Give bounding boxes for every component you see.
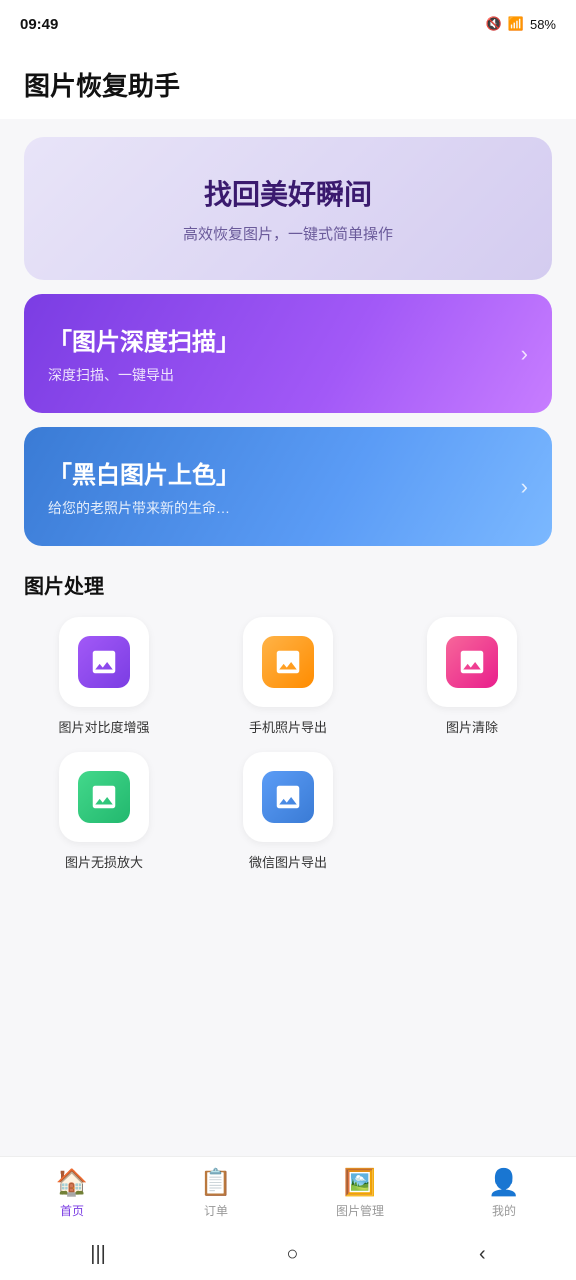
tool-icon-enlarge	[78, 771, 130, 823]
home-icon: 🏠	[56, 1167, 88, 1198]
feature-card-colorize[interactable]: 「黑白图片上色」 给您的老照片带来新的生命… ›	[24, 427, 552, 546]
tool-icon-wrap-wechat-export	[243, 752, 333, 842]
nav-label-order: 订单	[204, 1202, 228, 1219]
feature-card-desc-2: 给您的老照片带来新的生命…	[48, 498, 528, 518]
sys-menu-btn[interactable]: |||	[90, 1243, 106, 1266]
feature-card-desc-1: 深度扫描、一键导出	[48, 365, 528, 385]
tool-enlarge[interactable]: 图片无损放大	[16, 752, 192, 871]
hero-title: 找回美好瞬间	[48, 173, 528, 213]
tool-icon-wrap-export-phone	[243, 617, 333, 707]
status-icons: 🔇 📶 58%	[486, 16, 556, 32]
feature-card-deep-scan[interactable]: 「图片深度扫描」 深度扫描、一键导出 ›	[24, 294, 552, 413]
feature-card-title-2: 「黑白图片上色」	[48, 455, 528, 490]
arrow-icon-1: ›	[521, 341, 528, 367]
arrow-icon-2: ›	[521, 474, 528, 500]
battery-text: 58%	[530, 17, 556, 32]
hero-subtitle: 高效恢复图片，一键式简单操作	[48, 223, 528, 244]
tool-icon-wrap-contrast	[59, 617, 149, 707]
tool-icon-contrast	[78, 636, 130, 688]
nav-item-profile[interactable]: 👤 我的	[432, 1167, 576, 1219]
tool-icon-clean	[446, 636, 498, 688]
tool-label-enlarge: 图片无损放大	[65, 852, 143, 871]
status-bar: 09:49 🔇 📶 58%	[0, 0, 576, 48]
sys-back-btn[interactable]: ‹	[479, 1243, 486, 1266]
sys-home-btn[interactable]: ○	[286, 1243, 298, 1266]
page-title: 图片恢复助手	[24, 66, 552, 103]
hero-card: 找回美好瞬间 高效恢复图片，一键式简单操作	[24, 137, 552, 280]
tool-label-wechat-export: 微信图片导出	[249, 852, 327, 871]
nav-item-home[interactable]: 🏠 首页	[0, 1167, 144, 1219]
tool-label-clean: 图片清除	[446, 717, 498, 736]
tools-grid: 图片对比度增强 手机照片导出 图片清除	[0, 609, 576, 879]
nav-item-manage[interactable]: 🖼️ 图片管理	[288, 1167, 432, 1219]
section-title: 图片处理	[24, 570, 552, 599]
system-nav: ||| ○ ‹	[0, 1228, 576, 1280]
nav-label-manage: 图片管理	[336, 1202, 384, 1219]
order-icon: 📋	[200, 1167, 232, 1198]
tool-label-export-phone: 手机照片导出	[249, 717, 327, 736]
nav-label-profile: 我的	[492, 1202, 516, 1219]
tool-export-phone[interactable]: 手机照片导出	[200, 617, 376, 736]
bottom-nav: 🏠 首页 📋 订单 🖼️ 图片管理 👤 我的	[0, 1156, 576, 1228]
page-title-area: 图片恢复助手	[0, 48, 576, 119]
tool-icon-export-phone	[262, 636, 314, 688]
tool-contrast[interactable]: 图片对比度增强	[16, 617, 192, 736]
main-content: 图片恢复助手 找回美好瞬间 高效恢复图片，一键式简单操作 「图片深度扫描」 深度…	[0, 48, 576, 999]
manage-icon: 🖼️	[344, 1167, 376, 1198]
tool-icon-wechat-export	[262, 771, 314, 823]
nav-label-home: 首页	[60, 1202, 84, 1219]
tool-icon-wrap-enlarge	[59, 752, 149, 842]
tool-clean[interactable]: 图片清除	[384, 617, 560, 736]
section-title-area: 图片处理	[0, 546, 576, 609]
tool-label-contrast: 图片对比度增强	[58, 717, 149, 736]
feature-cards: 「图片深度扫描」 深度扫描、一键导出 › 「黑白图片上色」 给您的老照片带来新的…	[24, 294, 552, 546]
status-time: 09:49	[20, 16, 58, 33]
profile-icon: 👤	[488, 1167, 520, 1198]
tool-wechat-export[interactable]: 微信图片导出	[200, 752, 376, 871]
feature-card-title-1: 「图片深度扫描」	[48, 322, 528, 357]
mute-icon: 🔇	[486, 16, 502, 32]
wifi-icon: 📶	[508, 16, 524, 32]
tool-icon-wrap-clean	[427, 617, 517, 707]
nav-item-order[interactable]: 📋 订单	[144, 1167, 288, 1219]
